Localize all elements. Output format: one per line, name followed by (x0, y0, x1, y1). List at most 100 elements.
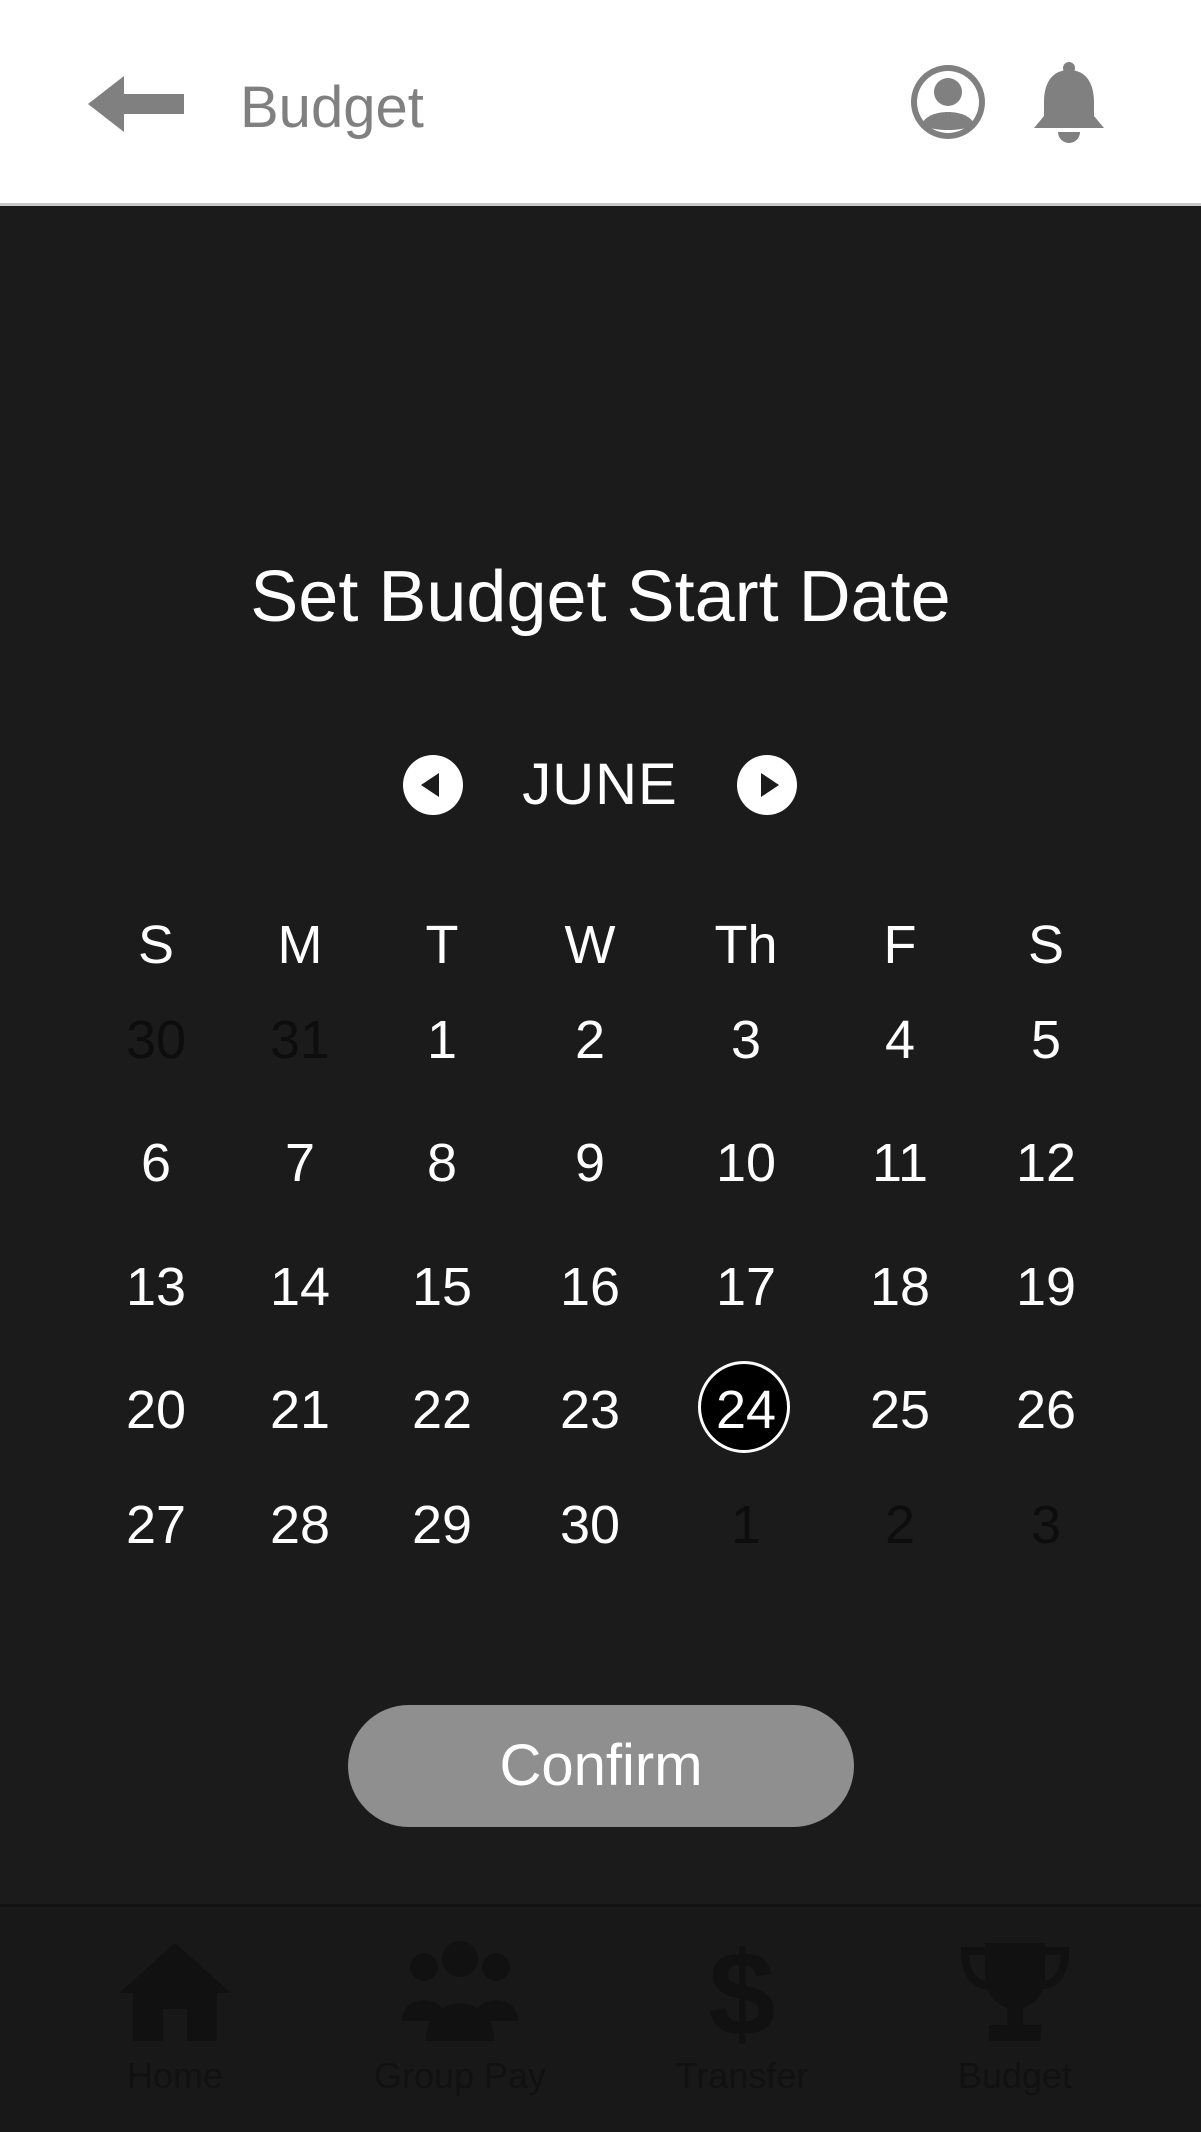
calendar-day-number: 30 (559, 1495, 621, 1555)
home-icon (119, 1943, 231, 2041)
calendar-day[interactable]: 5 (986, 1005, 1106, 1075)
calendar-day[interactable]: 18 (840, 1252, 960, 1322)
nav-item-transfer: $ Transfer (622, 1937, 862, 2097)
trophy-icon (960, 1943, 1070, 2041)
calendar-day-number: 31 (269, 1010, 331, 1070)
calendar-day-number: 18 (869, 1257, 931, 1317)
calendar-day[interactable]: 27 (96, 1490, 216, 1560)
calendar-day[interactable]: 7 (240, 1128, 360, 1198)
calendar-day[interactable]: 25 (840, 1375, 960, 1445)
calendar-day[interactable]: 8 (382, 1128, 502, 1198)
modal-title: Set Budget Start Date (250, 557, 951, 637)
nav-label-budget: Budget (957, 2055, 1073, 2096)
calendar-day-number: 11 (871, 1133, 929, 1193)
calendar-day[interactable]: 22 (382, 1375, 502, 1445)
back-arrow-icon (88, 76, 184, 132)
calendar-day-number: 15 (411, 1257, 473, 1317)
confirm-button[interactable]: Confirm (348, 1705, 854, 1827)
calendar-day[interactable]: 10 (686, 1128, 806, 1198)
back-button[interactable] (88, 72, 188, 136)
nav-item-group-pay: Group Pay (340, 1937, 580, 2097)
calendar-day[interactable]: 4 (840, 1005, 960, 1075)
calendar-day[interactable]: 6 (96, 1128, 216, 1198)
create-budget-heading: CREATE BUDGET (412, 346, 789, 390)
calendar-day[interactable]: 26 (986, 1375, 1106, 1445)
calendar-day[interactable]: 2 (530, 1005, 650, 1075)
calendar-day[interactable]: 15 (382, 1252, 502, 1322)
calendar-day-number: 3 (1030, 1495, 1062, 1555)
calendar-day-other-month[interactable]: 2 (840, 1490, 960, 1560)
svg-text:$: $ (709, 1937, 776, 2047)
calendar-week-row: 30 31 1 2 3 4 5 (10, 1005, 1061, 1075)
calendar-week-row: 20 21 22 23 24 25 26 (10, 1361, 1076, 1453)
weekday-label: S (1027, 915, 1065, 975)
calendar-day[interactable]: 21 (240, 1375, 360, 1445)
weekday-label: T (425, 915, 459, 975)
bell-icon (1034, 62, 1104, 143)
calendar-day[interactable]: 9 (530, 1128, 650, 1198)
calendar-day-other-month[interactable]: 1 (686, 1490, 806, 1560)
calendar-day-number: 22 (411, 1380, 473, 1440)
calendar-day[interactable]: 23 (530, 1375, 650, 1445)
calendar-day[interactable]: 20 (96, 1375, 216, 1445)
profile-button[interactable] (908, 62, 988, 142)
month-navigator: JUNE (0, 750, 1201, 820)
calendar-day-number: 2 (574, 1010, 606, 1070)
calendar-day-other-month[interactable]: 30 (96, 1005, 216, 1075)
calendar-day[interactable]: 3 (686, 1005, 806, 1075)
group-icon (402, 1941, 518, 2041)
calendar-day-number: 24 (715, 1380, 777, 1440)
user-profile-icon (911, 65, 985, 139)
calendar-day-number: 7 (284, 1133, 316, 1193)
page-title: Budget (240, 75, 424, 140)
calendar-day-number: 29 (411, 1495, 473, 1555)
calendar-day[interactable]: 12 (986, 1128, 1106, 1198)
nav-label-transfer: Transfer (675, 2055, 809, 2096)
nav-label-home: Home (126, 2055, 224, 2096)
calendar-day[interactable]: 14 (240, 1252, 360, 1322)
calendar-day-number: 23 (559, 1380, 621, 1440)
calendar-day-other-month[interactable]: 3 (986, 1490, 1106, 1560)
calendar-day[interactable]: 19 (986, 1252, 1106, 1322)
calendar-day[interactable]: 1 (382, 1005, 502, 1075)
bottom-nav: Home Group Pay $ Transfer Budget (0, 1904, 1201, 2132)
calendar-day-other-month[interactable]: 31 (240, 1005, 360, 1075)
calendar-day-number: 1 (730, 1495, 762, 1555)
month-label: JUNE (522, 752, 678, 817)
calendar-day[interactable]: 13 (96, 1252, 216, 1322)
calendar-day-number: 14 (269, 1257, 331, 1317)
chevron-right-icon (737, 755, 797, 815)
calendar-day-number: 30 (125, 1010, 187, 1070)
calendar-day-number: 12 (1015, 1133, 1077, 1193)
next-month-button[interactable] (736, 754, 798, 816)
carry-over-label: Carry over last period's amount into the… (100, 1336, 806, 1377)
weekday-label: W (564, 915, 616, 975)
calendar-day-number: 1 (426, 1010, 458, 1070)
calendar-day-number: 20 (125, 1380, 187, 1440)
previous-month-button[interactable] (402, 754, 464, 816)
calendar-week-row: 6 7 8 9 10 11 12 (10, 1128, 1076, 1198)
calendar-day-number: 28 (269, 1495, 331, 1555)
calendar-day-number: 27 (125, 1495, 187, 1555)
calendar-day[interactable]: 29 (382, 1490, 502, 1560)
calendar-day[interactable]: 17 (686, 1252, 806, 1322)
calendar-day-number: 9 (574, 1133, 606, 1193)
calendar-day-number: 4 (884, 1010, 916, 1070)
nav-item-home: Home (55, 1937, 295, 2097)
calendar-day-number: 2 (884, 1495, 916, 1555)
weekday-label: Th (714, 915, 778, 975)
calendar-day-number: 13 (125, 1257, 187, 1317)
chevron-left-icon (403, 755, 463, 815)
calendar-day-number: 10 (715, 1133, 777, 1193)
calendar-day-selected[interactable]: 24 (686, 1361, 806, 1453)
calendar-day-number: 3 (730, 1010, 762, 1070)
calendar-day[interactable]: 28 (240, 1490, 360, 1560)
weekday-label: F (883, 915, 917, 975)
calendar-day[interactable]: 11 (840, 1128, 960, 1198)
calendar-day[interactable]: 30 (530, 1490, 650, 1560)
weekday-header: S M T W Th F S (10, 910, 1064, 980)
calendar-day-number: 17 (715, 1257, 777, 1317)
calendar-day[interactable]: 16 (530, 1252, 650, 1322)
screen: Budget CREATE BUDGET Food & Take Out Jun… (0, 0, 1201, 2132)
notifications-button[interactable] (1030, 60, 1108, 144)
